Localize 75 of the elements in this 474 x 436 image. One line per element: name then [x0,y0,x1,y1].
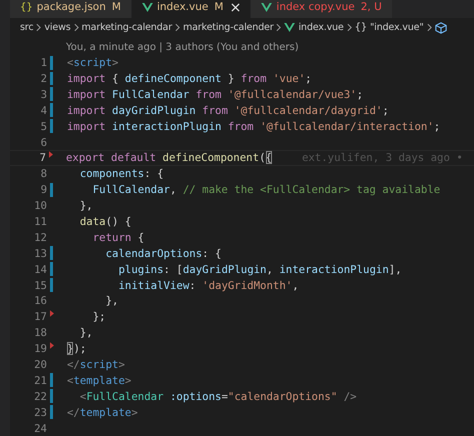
line-number: 17 [33,310,47,324]
breadcrumb-item[interactable]: views [44,22,71,34]
vue-icon [261,2,272,12]
breadcrumb-item[interactable]: index.vue [298,22,344,34]
line-number: 22 [33,390,47,403]
code-line: }, [104,294,118,308]
breadcrumb-item[interactable]: src [20,22,34,34]
git-status: M [112,1,121,14]
code-line: FullCalendar, // make the <FullCalendar> tag available [92,183,440,196]
git-status: M [214,1,224,14]
line-number: 3 [40,88,47,101]
chevron-icon [174,23,180,32]
line-number: 21 [33,374,47,387]
code-line: import { defineComponent } from 'vue'; [67,72,312,85]
line-number: 9 [40,183,47,196]
code-line: }, [78,326,93,340]
code-line: plugins: [dayGridPlugin, interactionPlugin], [117,262,402,276]
code-line: import dayGridPlugin from '@fullcalendar/daygrid'; [67,104,389,117]
line-number: 23 [33,406,47,419]
line-number: 6 [40,136,47,149]
line-number: 10 [33,199,47,212]
line-number: 5 [40,120,47,133]
line-number: 19 [33,342,47,356]
tab-label: package.json [36,1,106,14]
json-icon: {} [20,2,33,13]
git-status: 2, U [360,1,382,14]
line-number: 20 [33,358,47,371]
code-line: calendarOptions: { [104,246,222,260]
tab-label: index.vue [156,1,208,14]
editor-tab[interactable]: index copy.vue 2, U [251,0,393,18]
code-line: components: { [78,167,164,180]
close-icon[interactable] [231,2,240,12]
code-line: import FullCalendar from '@fullcalendar/vue3'; [67,88,364,101]
code-line: </template> [67,406,138,419]
breadcrumb-item[interactable]: marketing-calender [182,22,274,34]
breadcrumb-item[interactable]: "index.vue" [370,22,424,34]
line-number: 11 [33,214,47,228]
braces-icon: {} [354,22,367,34]
chevron-icon [276,23,282,32]
vue-icon [142,2,153,12]
editor-tab[interactable]: index.vue M [132,0,252,18]
code-line: <script> [67,56,118,70]
line-number: 8 [40,167,47,180]
code-line: }; [92,310,106,324]
code-line: }); [67,342,86,356]
line-number: 12 [33,230,47,244]
code-line: <FullCalendar :options="calendarOptions" /> [78,390,357,403]
chevron-icon [426,23,432,32]
line-number: 15 [33,278,47,292]
code-line: import interactionPlugin from '@fullcalendar/interaction'; [67,120,440,133]
chevron-icon [346,23,352,32]
vue-icon [284,23,296,32]
line-number: 7 [38,151,46,164]
code-line: initialView: 'dayGridMonth', [117,278,299,292]
code-line: <template> [67,374,132,387]
line-number: 1 [40,56,47,70]
chevron-icon [36,23,42,32]
code-line: </script> [67,358,125,371]
line-number: 18 [33,326,47,340]
line-number: 2 [40,72,47,85]
code-line: }, [78,199,93,212]
tab-label: index copy.vue [276,1,355,14]
line-number: 4 [40,104,47,117]
line-number: 13 [33,246,47,260]
editor-tab[interactable]: {} package.json M [10,0,132,18]
line-number: 14 [33,262,47,276]
cube-icon [434,22,447,34]
chevron-icon [74,23,79,32]
code-line: export default defineComponent({ [66,151,272,164]
line-number: 16 [33,294,47,308]
code-line: data() { [78,214,132,228]
breadcrumb-item[interactable]: marketing-calendar [82,22,172,34]
line-number: 24 [33,422,47,435]
codelens-text[interactable]: You, a minute ago | 3 authors (You and others) [10,40,474,55]
code-line: return { [92,230,144,244]
